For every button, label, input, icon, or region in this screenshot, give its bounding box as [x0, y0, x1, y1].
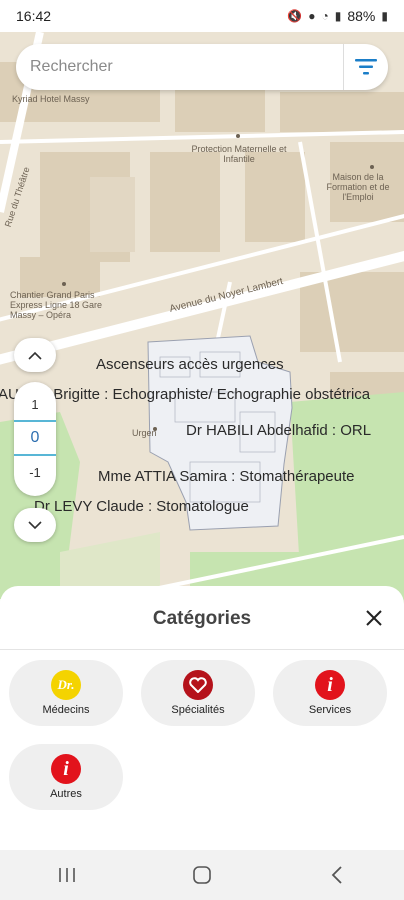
- doctor-icon: Dr.: [51, 670, 81, 700]
- signal-icon: ▮: [334, 9, 342, 23]
- map-label-maison-formation: Maison de la Formation et de l'Emploi: [326, 172, 390, 202]
- info-glyph: i: [63, 757, 69, 780]
- info-glyph: i: [327, 673, 333, 696]
- category-label: Autres: [50, 788, 82, 800]
- mute-icon: 🔇: [287, 9, 303, 23]
- home-icon: [193, 866, 211, 884]
- system-nav-bar: [0, 850, 404, 900]
- wifi-icon: ◔: [321, 9, 329, 23]
- battery-level: 88%: [347, 8, 376, 24]
- floor-option-down[interactable]: -1: [14, 456, 56, 488]
- category-autres[interactable]: i Autres: [9, 744, 123, 810]
- categories-sheet: Catégories Dr. Médecins Spécialités i Se…: [0, 586, 404, 850]
- category-label: Services: [308, 704, 352, 716]
- info-icon: i: [315, 670, 345, 700]
- heart-icon: [183, 670, 213, 700]
- search-input[interactable]: [16, 57, 343, 77]
- recent-apps-icon: [59, 868, 76, 882]
- back-icon: [331, 866, 342, 884]
- map-label-urgences: Urgen: [132, 428, 157, 438]
- chevron-up-icon: [28, 351, 42, 360]
- category-medecins[interactable]: Dr. Médecins: [9, 660, 123, 726]
- status-icons: 🔇 ● ◔ ▮ 88% ▮: [287, 8, 388, 24]
- home-button[interactable]: [172, 855, 232, 895]
- floor-option-current[interactable]: 0: [14, 420, 56, 456]
- floor-selector: 1 0 -1: [14, 382, 56, 496]
- map-canvas: [0, 32, 404, 652]
- category-label: Médecins: [42, 704, 90, 716]
- sheet-divider: [0, 649, 404, 650]
- chevron-down-icon: [28, 520, 42, 529]
- close-button[interactable]: [362, 606, 386, 630]
- close-icon: [366, 610, 382, 626]
- map-label-chantier: Chantier Grand Paris Express Ligne 18 Ga…: [10, 290, 103, 320]
- poi-habili[interactable]: Dr HABILI Abdelhafid : ORL: [186, 422, 371, 439]
- status-time: 16:42: [16, 8, 52, 24]
- floor-up-button[interactable]: [14, 338, 56, 372]
- sheet-title: Catégories: [152, 608, 252, 629]
- map-label-pmi: Protection Maternelle et Infantile: [191, 144, 287, 164]
- poi-ascenseurs[interactable]: Ascenseurs accès urgences: [96, 356, 284, 373]
- recent-apps-button[interactable]: [37, 855, 97, 895]
- category-specialites[interactable]: Spécialités: [141, 660, 255, 726]
- doctor-icon-text: Dr.: [57, 677, 75, 692]
- status-bar: 16:42 🔇 ● ◔ ▮ 88% ▮: [0, 0, 404, 32]
- search-bar: [16, 44, 388, 90]
- category-label: Spécialités: [171, 704, 225, 716]
- poi-attia[interactable]: Mme ATTIA Samira : Stomathérapeute: [98, 468, 355, 485]
- location-icon: ●: [308, 9, 316, 23]
- filter-icon: [355, 59, 377, 75]
- map-label-kyriad: Kyriad Hotel Massy: [12, 94, 90, 104]
- info-icon: i: [51, 754, 81, 784]
- floor-option-up[interactable]: 1: [14, 388, 56, 420]
- heart-shape: [189, 677, 207, 693]
- battery-icon: ▮: [381, 9, 388, 23]
- filter-button[interactable]: [344, 44, 388, 90]
- floor-down-button[interactable]: [14, 508, 56, 542]
- map-view[interactable]: Kyriad Hotel Massy Protection Maternelle…: [0, 32, 404, 652]
- back-button[interactable]: [307, 855, 367, 895]
- category-services[interactable]: i Services: [273, 660, 387, 726]
- poi-levy[interactable]: Dr LEVY Claude : Stomatologue: [34, 498, 249, 515]
